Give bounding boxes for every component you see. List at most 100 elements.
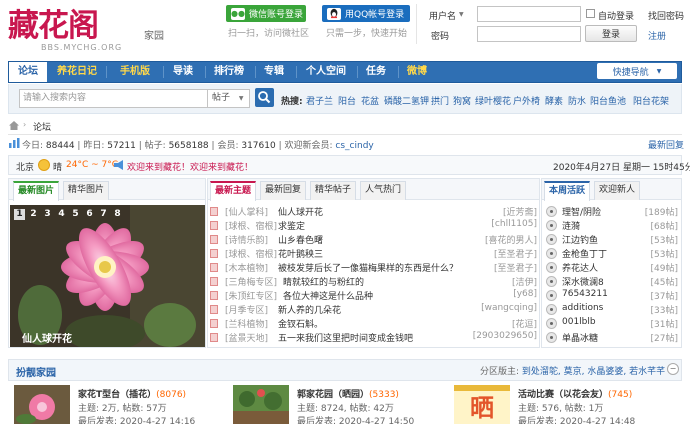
thread-title[interactable]: 金钗石斛。	[278, 317, 323, 330]
thread-category[interactable]: [朱顶红专区]	[225, 289, 277, 302]
ranking-username[interactable]: 江边钓鱼	[562, 233, 598, 246]
avatar-icon[interactable]	[546, 318, 557, 329]
latest-reply-link[interactable]: 最新回复	[648, 138, 684, 151]
nav-weibo[interactable]: 微博	[402, 62, 432, 82]
tab-featured-posts[interactable]: 精华帖子	[310, 181, 356, 200]
search-input[interactable]: 请输入搜索内容	[19, 89, 208, 108]
hot-word[interactable]: 君子兰	[306, 94, 333, 107]
nav-garden-diary[interactable]: 养花日记	[53, 62, 101, 82]
thread-author[interactable]: [wangcqing]	[481, 303, 537, 313]
thread-row[interactable]: [三角梅专区] 睛就较红的与粉红的 [洁伊]	[210, 275, 539, 289]
hot-word[interactable]: 狗窝	[453, 94, 471, 107]
slide-number[interactable]: 4	[56, 209, 67, 220]
thread-category[interactable]: [兰科植物]	[225, 317, 268, 330]
username-type-chevron-icon[interactable]: ▼	[459, 11, 464, 18]
slide-caption[interactable]: 仙人球开花	[22, 330, 72, 345]
forum-name[interactable]: 郭家花园（晒园）(5333)	[297, 387, 399, 400]
forum-thumbnail[interactable]: 晒	[454, 385, 510, 424]
thread-title[interactable]: 睛就较红的与粉红的	[283, 275, 364, 288]
thread-row[interactable]: [仙人掌科] 仙人球开花 [近芳斋]	[210, 205, 539, 219]
avatar-icon[interactable]	[546, 290, 557, 301]
username-label[interactable]: 用户名	[429, 9, 456, 22]
thread-author[interactable]: [喜花的男人]	[485, 233, 537, 246]
nav-tasks[interactable]: 任务	[361, 62, 391, 82]
thread-author[interactable]: [y68]	[513, 289, 537, 299]
thread-title[interactable]: 山乡春色曙	[278, 233, 323, 246]
thread-row[interactable]: [诗情乐韵] 山乡春色曙 [喜花的男人]	[210, 233, 539, 247]
qq-tip[interactable]: 只需一步，快速开始	[326, 26, 407, 39]
hot-word[interactable]: 户外椅	[513, 94, 540, 107]
thread-title[interactable]: 花叶鹅秧三	[278, 247, 323, 260]
section-title[interactable]: 扮靓家园	[16, 364, 56, 379]
hot-word[interactable]: 酵素	[545, 94, 563, 107]
slide-number[interactable]: 8	[112, 209, 123, 220]
ranking-username[interactable]: 深水微澜8	[562, 275, 604, 288]
ranking-row[interactable]: 理智/阴险 [189帖]	[546, 205, 680, 219]
forum-last-post[interactable]: 最后发表: 2020-4-27 14:50	[297, 414, 414, 424]
thread-row[interactable]: [盆景天地] 五一来我们这里把时间变成金钱吧 [2903029650]	[210, 331, 539, 345]
find-password-link[interactable]: 找回密码	[648, 9, 684, 22]
ranking-username[interactable]: 金枪鱼丁丁	[562, 247, 607, 260]
ranking-username[interactable]: 养花达人	[562, 261, 598, 274]
hot-word[interactable]: 拱门	[431, 94, 449, 107]
ranking-username[interactable]: 涟漪	[562, 219, 580, 232]
thread-author[interactable]: [2903029650]	[473, 331, 537, 341]
collapse-icon[interactable]: −	[667, 363, 679, 375]
thread-category[interactable]: [盆景天地]	[225, 331, 268, 344]
hot-word[interactable]: 花盆	[361, 94, 379, 107]
thread-row[interactable]: [月季专区] 新人养的几朵花 [wangcqing]	[210, 303, 539, 317]
home-icon[interactable]	[9, 121, 19, 130]
nav-ranking[interactable]: 排行榜	[209, 62, 249, 82]
thread-title[interactable]: 求鉴定	[278, 219, 305, 232]
ranking-row[interactable]: 金枪鱼丁丁 [53帖]	[546, 247, 680, 261]
thread-title[interactable]: 五一来我们这里把时间变成金钱吧	[278, 331, 413, 344]
thread-author[interactable]: [花逗]	[512, 317, 537, 330]
thread-title[interactable]: 各位大神这是什么品种	[283, 289, 373, 302]
slideshow-image[interactable]: 1 2 3 4 5 6 7 8 仙人球开花	[10, 205, 205, 347]
breadcrumb-forum[interactable]: 论坛	[33, 120, 51, 133]
hot-word[interactable]: 阳台花架	[633, 94, 669, 107]
slide-number[interactable]: 2	[28, 209, 39, 220]
auto-login-label[interactable]: 自动登录	[598, 9, 634, 22]
ranking-username[interactable]: additions	[562, 303, 603, 313]
tab-featured-images[interactable]: 精华图片	[63, 181, 109, 200]
avatar-icon[interactable]	[546, 248, 557, 259]
avatar-icon[interactable]	[546, 332, 557, 343]
search-type-select[interactable]: 帖子 ▼	[207, 89, 250, 108]
tab-new-members[interactable]: 欢迎新人	[594, 181, 640, 200]
slide-number[interactable]: 7	[98, 209, 109, 220]
ranking-row[interactable]: additions [33帖]	[546, 303, 680, 317]
hot-word[interactable]: 防水	[568, 94, 586, 107]
tab-weekly-active[interactable]: 本周活跃	[544, 181, 590, 201]
username-input[interactable]	[477, 6, 581, 22]
nav-guide[interactable]: 导读	[167, 62, 199, 82]
hot-word[interactable]: 磷酸二氢钾	[384, 94, 429, 107]
thread-author[interactable]: [至圣君子]	[494, 247, 537, 260]
ranking-row[interactable]: 深水微澜8 [45帖]	[546, 275, 680, 289]
thread-row[interactable]: [球根、宿根] 花叶鹅秧三 [至圣君子]	[210, 247, 539, 261]
quick-nav-button[interactable]: 快捷导航 ▼	[597, 63, 677, 79]
forum-card[interactable]: 郭家花园（晒园）(5333) 主题: 8724, 帖数: 42万 最后发表: 2…	[233, 385, 438, 424]
thread-category[interactable]: [月季专区]	[225, 303, 268, 316]
login-button[interactable]: 登录	[585, 25, 637, 42]
stats-newest-member[interactable]: cs_cindy	[335, 141, 373, 151]
thread-row[interactable]: [朱顶红专区] 各位大神这是什么品种 [y68]	[210, 289, 539, 303]
slide-number[interactable]: 3	[42, 209, 53, 220]
thread-category[interactable]: [球根、宿根]	[225, 219, 277, 232]
thread-row[interactable]: [兰科植物] 金钗石斛。 [花逗]	[210, 317, 539, 331]
ranking-row[interactable]: 001lblb [31帖]	[546, 317, 680, 331]
site-logo[interactable]: 藏花阁 BBS.MYCHG.ORG 家园	[8, 2, 218, 54]
nav-forum[interactable]: 论坛	[9, 62, 47, 82]
thread-row[interactable]: [木本植物] 被枝发芽后长了一像猫梅果样的东西是什么？ [至圣君子]	[210, 261, 539, 275]
tab-latest-topics[interactable]: 最新主题	[210, 181, 256, 201]
slide-number[interactable]: 5	[70, 209, 81, 220]
thread-row[interactable]: [球根、宿根] 求鉴定 [chll1105]	[210, 219, 539, 233]
forum-last-post[interactable]: 最后发表: 2020-4-27 14:16	[78, 414, 195, 424]
qq-login-button[interactable]: 用QQ帐号登录	[322, 5, 410, 22]
thread-title[interactable]: 新人养的几朵花	[278, 303, 341, 316]
moderator-names[interactable]: 到处溜鸵, 莫京, 水晶婆婆, 若水芊芊	[522, 367, 665, 377]
thread-title[interactable]: 被枝发芽后长了一像猫梅果样的东西是什么？	[278, 261, 458, 274]
tab-popular[interactable]: 人气热门	[360, 181, 406, 200]
avatar-icon[interactable]	[546, 220, 557, 231]
thread-category[interactable]: [三角梅专区]	[225, 275, 277, 288]
